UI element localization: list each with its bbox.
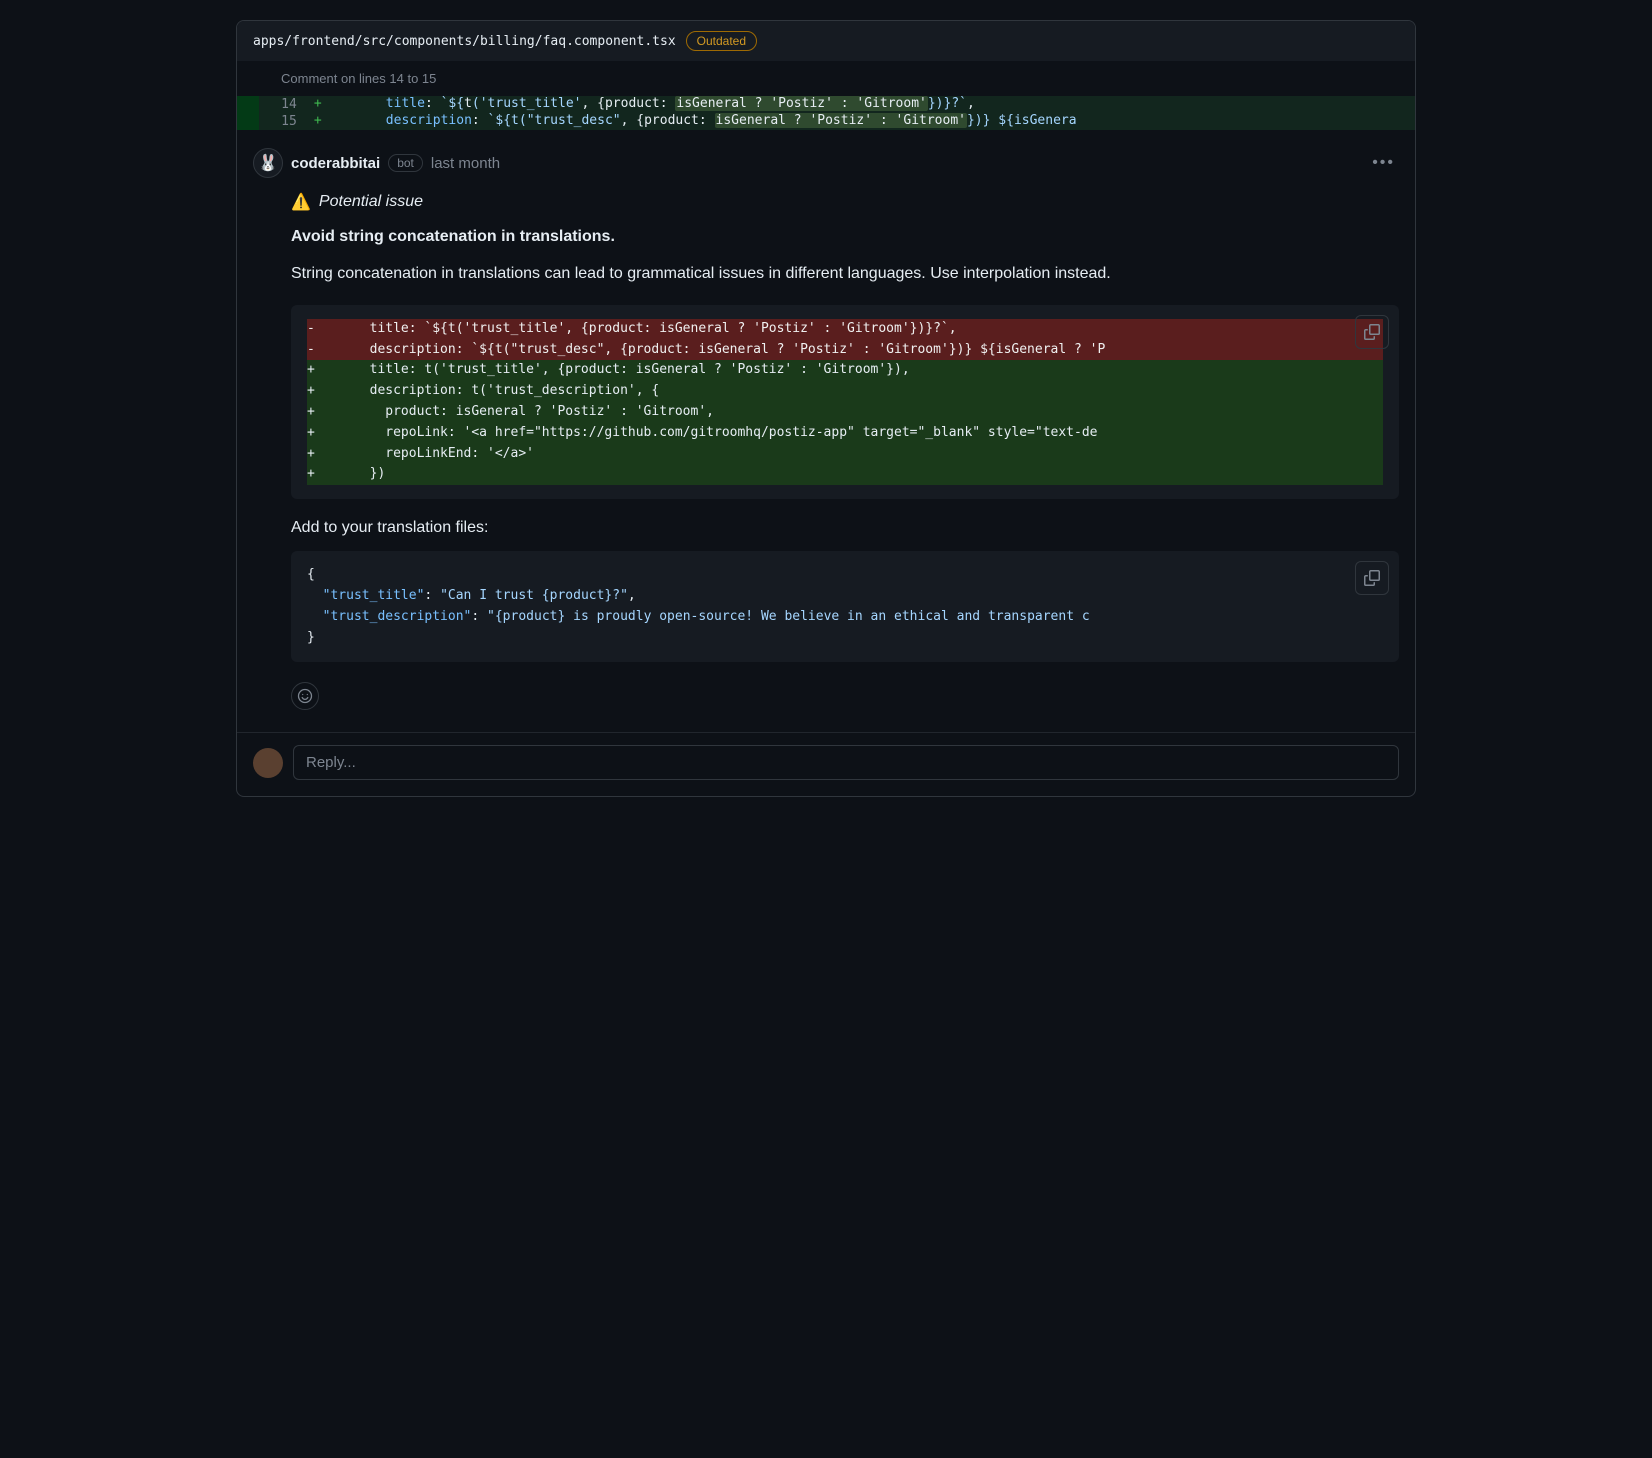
diff-row: 15+ description: `${t("trust_desc", {pro… — [237, 113, 1415, 130]
line-range-label: Comment on lines 14 to 15 — [237, 61, 1415, 96]
comment-title: Avoid string concatenation in translatio… — [291, 228, 1399, 246]
file-header: apps/frontend/src/components/billing/faq… — [237, 21, 1415, 61]
comment-text: String concatenation in translations can… — [291, 262, 1399, 287]
avatar[interactable]: 🐰 — [253, 148, 283, 178]
review-thread: apps/frontend/src/components/billing/faq… — [236, 20, 1416, 797]
file-path[interactable]: apps/frontend/src/components/billing/faq… — [253, 34, 676, 49]
json-code: { "trust_title": "Can I trust {product}?… — [307, 565, 1383, 648]
comment-header: 🐰 coderabbitai bot last month ••• — [253, 148, 1399, 178]
issue-type-label: Potential issue — [319, 193, 423, 211]
reaction-bar — [253, 682, 1399, 710]
diff-row: 14+ title: `${t('trust_title', {product:… — [237, 96, 1415, 113]
copy-button[interactable] — [1355, 315, 1389, 349]
copy-icon — [1364, 324, 1380, 340]
smiley-icon — [297, 688, 313, 704]
add-reaction-button[interactable] — [291, 682, 319, 710]
json-snippet: { "trust_title": "Can I trust {product}?… — [291, 551, 1399, 662]
warning-icon: ⚠️ — [291, 192, 311, 212]
translation-files-heading: Add to your translation files: — [291, 519, 1399, 537]
copy-icon — [1364, 570, 1380, 586]
copy-button[interactable] — [1355, 561, 1389, 595]
bot-badge: bot — [388, 154, 423, 172]
current-user-avatar[interactable] — [253, 748, 283, 778]
comment-body: ⚠️ Potential issue Avoid string concaten… — [253, 192, 1399, 662]
comment-timestamp[interactable]: last month — [431, 155, 500, 172]
diff-code: - title: `${t('trust_title', {product: i… — [307, 319, 1383, 485]
reply-input[interactable] — [293, 745, 1399, 780]
comment: 🐰 coderabbitai bot last month ••• ⚠️ Pot… — [237, 130, 1415, 722]
issue-type-row: ⚠️ Potential issue — [291, 192, 1399, 212]
diff-hunk: 14+ title: `${t('trust_title', {product:… — [237, 96, 1415, 130]
comment-actions-menu[interactable]: ••• — [1368, 150, 1399, 176]
comment-author[interactable]: coderabbitai — [291, 155, 380, 172]
reply-row — [237, 732, 1415, 796]
outdated-badge: Outdated — [686, 31, 757, 51]
suggested-diff: - title: `${t('trust_title', {product: i… — [291, 305, 1399, 499]
